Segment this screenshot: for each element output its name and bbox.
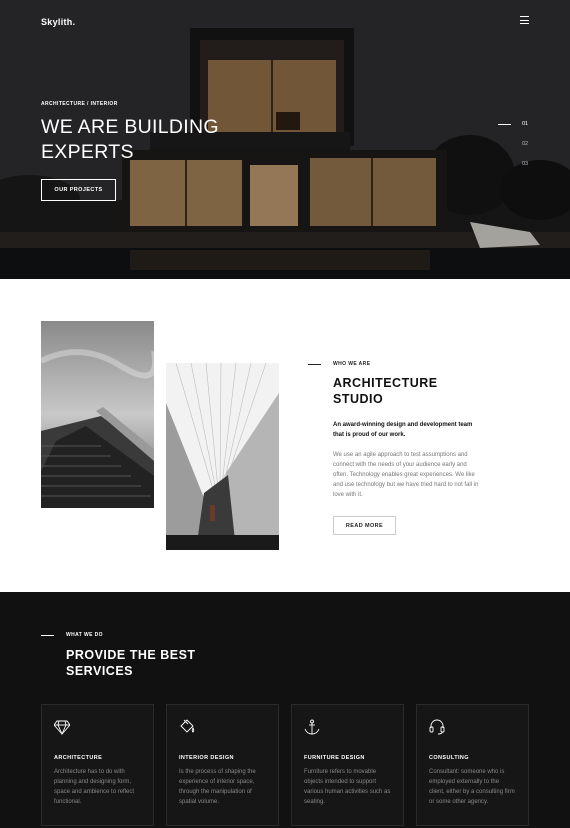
headset-icon bbox=[429, 719, 445, 735]
slide-number: 03 bbox=[522, 161, 529, 167]
about-title: ARCHITECTURE STUDIO bbox=[333, 376, 438, 406]
slide-dot-01[interactable]: 01 bbox=[498, 114, 528, 134]
service-card-text: Architecture has to do with planning and… bbox=[54, 769, 135, 805]
service-card-architecture[interactable]: ARCHITECTURE Architecture has to do with… bbox=[41, 704, 154, 826]
service-card-title: FURNITURE DESIGN bbox=[304, 755, 365, 761]
about-kicker-line bbox=[308, 364, 321, 365]
service-card-title: INTERIOR DESIGN bbox=[179, 755, 234, 761]
service-card-text: Furniture refers to movable objects inte… bbox=[304, 769, 391, 805]
hero-kicker: ARCHITECTURE / INTERIOR bbox=[41, 101, 118, 107]
anchor-icon bbox=[304, 719, 320, 735]
services-kicker: WHAT WE DO bbox=[66, 632, 103, 638]
services-kicker-line bbox=[41, 635, 54, 636]
service-card-furniture-design[interactable]: FURNITURE DESIGN Furniture refers to mov… bbox=[291, 704, 404, 826]
service-card-consulting[interactable]: CONSULTING Consultant: someone who is em… bbox=[416, 704, 529, 826]
our-projects-button[interactable]: OUR PROJECTS bbox=[41, 179, 116, 201]
services-title: PROVIDE THE BEST SERVICES bbox=[66, 648, 196, 678]
hamburger-menu-icon[interactable] bbox=[520, 16, 529, 24]
brand-logo[interactable]: Skylith. bbox=[41, 17, 75, 27]
stairs-photo bbox=[41, 321, 154, 508]
service-card-text: Is the process of shaping the experience… bbox=[179, 769, 256, 805]
service-card-text: Consultant: someone who is employed exte… bbox=[429, 769, 515, 805]
slide-dot-02[interactable]: 02 bbox=[498, 134, 528, 154]
paint-bucket-icon bbox=[180, 719, 195, 733]
about-section: WHO WE ARE ARCHITECTURE STUDIO An award-… bbox=[0, 279, 570, 592]
active-slide-line bbox=[498, 123, 511, 125]
slide-number: 01 bbox=[522, 121, 529, 127]
service-card-title: ARCHITECTURE bbox=[54, 755, 103, 761]
hero-title: WE ARE BUILDING EXPERTS bbox=[41, 116, 219, 163]
service-card-interior-design[interactable]: INTERIOR DESIGN Is the process of shapin… bbox=[166, 704, 279, 826]
hero-section: Skylith. ARCHITECTURE / INTERIOR WE ARE … bbox=[0, 0, 570, 279]
hallway-photo bbox=[166, 363, 279, 550]
read-more-button[interactable]: READ MORE bbox=[333, 516, 396, 535]
slide-dot-03[interactable]: 03 bbox=[498, 154, 528, 174]
slide-number: 02 bbox=[522, 141, 529, 147]
about-kicker: WHO WE ARE bbox=[333, 361, 371, 367]
about-body: We use an agile approach to test assumpt… bbox=[333, 452, 479, 498]
services-section: WHAT WE DO PROVIDE THE BEST SERVICES ARC… bbox=[0, 592, 570, 828]
diamond-icon bbox=[54, 720, 70, 735]
slider-pagination: 01 02 03 bbox=[498, 114, 528, 174]
service-card-title: CONSULTING bbox=[429, 755, 469, 761]
about-lead: An award-winning design and development … bbox=[333, 422, 473, 438]
